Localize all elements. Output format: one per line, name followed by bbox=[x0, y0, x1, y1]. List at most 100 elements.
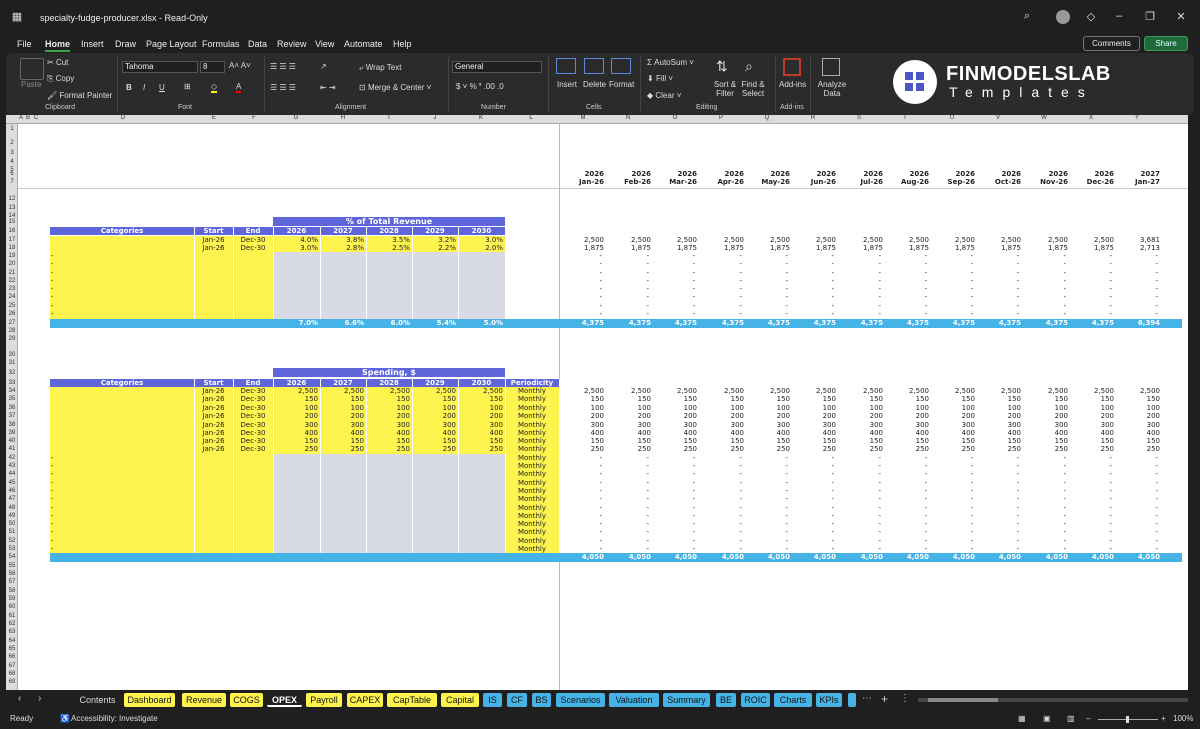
merge-center-button[interactable]: ⊡ Merge & Center ˅ bbox=[359, 83, 431, 92]
insert-button[interactable]: Insert bbox=[557, 80, 577, 89]
row-header-53[interactable]: 53 bbox=[6, 546, 18, 552]
column-header-V[interactable]: V bbox=[994, 115, 1002, 121]
addins-button[interactable]: Add-ins bbox=[779, 80, 806, 89]
page-layout-icon[interactable]: ▣ bbox=[1043, 714, 1051, 723]
tab-is[interactable]: IS bbox=[483, 693, 502, 707]
autosum-button[interactable]: Σ AutoSum ˅ bbox=[647, 58, 694, 67]
menu-page-layout[interactable]: Page Layout bbox=[146, 39, 197, 49]
column-header-T[interactable]: T bbox=[901, 115, 909, 121]
row-header-54[interactable]: 54 bbox=[6, 554, 18, 560]
copy-button[interactable]: ⎘ Copy bbox=[47, 74, 74, 84]
tab-kpis[interactable]: KPIs bbox=[816, 693, 842, 707]
comments-button[interactable]: Comments bbox=[1083, 36, 1140, 51]
row-header-69[interactable]: 69 bbox=[6, 679, 18, 685]
menu-help[interactable]: Help bbox=[393, 39, 412, 49]
column-header-K[interactable]: K bbox=[477, 115, 485, 121]
row-header-44[interactable]: 44 bbox=[6, 471, 18, 477]
column-header-F[interactable]: F bbox=[250, 115, 258, 121]
zoom-in-icon[interactable]: + bbox=[1161, 714, 1166, 723]
more-tabs-icon[interactable]: ⋯ bbox=[862, 693, 872, 704]
column-header-D[interactable]: D bbox=[119, 115, 127, 121]
grow-font-icon[interactable]: A˄ A˅ bbox=[229, 61, 251, 70]
analyze-data-button[interactable]: Analyze Data bbox=[817, 80, 847, 98]
analyze-data-icon[interactable] bbox=[822, 58, 840, 76]
row-header-46[interactable]: 46 bbox=[6, 488, 18, 494]
tab-bs[interactable]: BS bbox=[532, 693, 551, 707]
row-header-38[interactable]: 38 bbox=[6, 422, 18, 428]
tab-valuation[interactable]: Valuation bbox=[609, 693, 659, 707]
column-header-O[interactable]: O bbox=[671, 115, 679, 121]
column-header-R[interactable]: R bbox=[809, 115, 817, 121]
restore-icon[interactable]: ❐ bbox=[1143, 10, 1157, 24]
italic-icon[interactable]: I bbox=[143, 83, 145, 92]
row-header-3[interactable]: 3 bbox=[6, 150, 18, 156]
tab-roic[interactable]: ROIC bbox=[741, 693, 770, 707]
find-select-button[interactable]: Find & Select bbox=[739, 80, 767, 98]
accessibility-icon[interactable]: ♿ bbox=[60, 714, 70, 723]
menu-review[interactable]: Review bbox=[277, 39, 307, 49]
row-header-49[interactable]: 49 bbox=[6, 513, 18, 519]
column-header-Y[interactable]: Y bbox=[1133, 115, 1141, 121]
horizontal-scrollbar[interactable] bbox=[918, 698, 1188, 702]
column-header-L[interactable]: L bbox=[527, 115, 535, 121]
row-header-41[interactable]: 41 bbox=[6, 446, 18, 452]
close-icon[interactable]: ✕ bbox=[1174, 10, 1188, 24]
column-header-I[interactable]: I bbox=[385, 115, 393, 121]
row-header-66[interactable]: 66 bbox=[6, 654, 18, 660]
row-header-30[interactable]: 30 bbox=[6, 352, 18, 358]
format-button[interactable]: Format bbox=[609, 80, 634, 89]
row-header-37[interactable]: 37 bbox=[6, 413, 18, 419]
row-header-52[interactable]: 52 bbox=[6, 538, 18, 544]
fill-color-icon[interactable]: ◇ bbox=[211, 82, 218, 93]
menu-draw[interactable]: Draw bbox=[115, 39, 136, 49]
tab-contents[interactable]: Contents bbox=[76, 693, 119, 707]
number-format-select[interactable]: General bbox=[452, 61, 542, 73]
row-header-26[interactable]: 26 bbox=[6, 311, 18, 317]
sort-filter-button[interactable]: Sort & Filter bbox=[711, 80, 739, 98]
zoom-slider[interactable] bbox=[1098, 716, 1158, 723]
row-header-59[interactable]: 59 bbox=[6, 596, 18, 602]
row-header-48[interactable]: 48 bbox=[6, 505, 18, 511]
tab-be[interactable]: BE bbox=[716, 693, 736, 707]
row-header-61[interactable]: 61 bbox=[6, 613, 18, 619]
menu-automate[interactable]: Automate bbox=[344, 39, 383, 49]
row-header-16[interactable]: 16 bbox=[6, 228, 18, 234]
menu-insert[interactable]: Insert bbox=[81, 39, 104, 49]
column-header-Q[interactable]: Q bbox=[763, 115, 771, 121]
currency-icon[interactable]: $ ˅ % ❜ .00 .0 bbox=[456, 82, 504, 91]
row-header-58[interactable]: 58 bbox=[6, 588, 18, 594]
spreadsheet[interactable]: ABCDEFGHIJKLMNOPQRSTUVWXY 1 2 3 4 5 6 7 12 13 14 1… bbox=[6, 115, 1188, 690]
row-header-60[interactable]: 60 bbox=[6, 604, 18, 610]
row-header-19[interactable]: 19 bbox=[6, 253, 18, 259]
column-header-P[interactable]: P bbox=[717, 115, 725, 121]
tab-capital[interactable]: Capital bbox=[441, 693, 479, 707]
avatar[interactable] bbox=[1056, 10, 1070, 24]
diamond-icon[interactable]: ◇ bbox=[1084, 10, 1098, 24]
tab-charts[interactable]: Charts bbox=[774, 693, 812, 707]
normal-view-icon[interactable]: ▦ bbox=[1018, 714, 1026, 723]
row-header-18[interactable]: 18 bbox=[6, 245, 18, 251]
row-header-31[interactable]: 31 bbox=[6, 360, 18, 366]
row-header-1[interactable]: 1 bbox=[6, 126, 18, 132]
row-header-22[interactable]: 22 bbox=[6, 278, 18, 284]
row-header-13[interactable]: 13 bbox=[6, 205, 18, 211]
paste-button[interactable]: Paste bbox=[21, 80, 41, 89]
row-header-33[interactable]: 33 bbox=[6, 380, 18, 386]
row-header-28[interactable]: 28 bbox=[6, 328, 18, 334]
row-header-45[interactable]: 45 bbox=[6, 480, 18, 486]
row-header-51[interactable]: 51 bbox=[6, 529, 18, 535]
row-header-64[interactable]: 64 bbox=[6, 638, 18, 644]
menu-formulas[interactable]: Formulas bbox=[202, 39, 240, 49]
cut-button[interactable]: ✂ Cut bbox=[47, 58, 68, 67]
font-name-select[interactable]: Tahoma bbox=[122, 61, 198, 73]
column-header-S[interactable]: S bbox=[855, 115, 863, 121]
row-header-2[interactable]: 2 bbox=[6, 140, 18, 146]
accessibility-status[interactable]: Accessibility: Investigate bbox=[71, 714, 158, 723]
align-left-icon[interactable]: ☰ ☰ ☰ bbox=[270, 83, 296, 92]
menu-data[interactable]: Data bbox=[248, 39, 267, 49]
cell-grid[interactable]: 2026 Jan-26 2026 Feb-26 2026 Mar-26 2026 Apr-26… bbox=[18, 124, 1188, 690]
addins-icon[interactable] bbox=[783, 58, 801, 76]
row-header-43[interactable]: 43 bbox=[6, 463, 18, 469]
tab-cf[interactable]: CF bbox=[507, 693, 527, 707]
zoom-level[interactable]: 100% bbox=[1173, 714, 1193, 723]
